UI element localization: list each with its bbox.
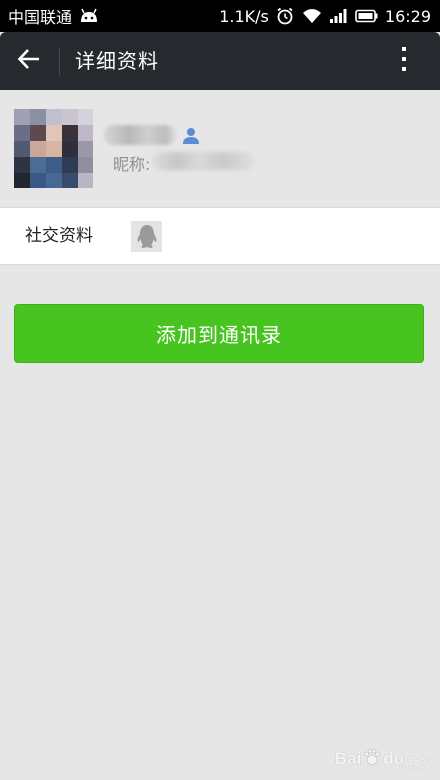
name-redacted — [104, 125, 176, 145]
android-icon — [78, 8, 100, 24]
nickname-redacted — [152, 152, 254, 170]
watermark-url: jingyan.baidu.com — [361, 763, 426, 772]
page-title: 详细资料 — [75, 49, 159, 73]
signal-icon — [329, 8, 349, 24]
profile-header: 昵称: — [0, 90, 440, 207]
more-vertical-icon — [400, 46, 408, 76]
wifi-icon — [301, 7, 323, 25]
nickname-label: 昵称: — [113, 155, 151, 174]
battery-icon — [355, 9, 379, 23]
alarm-icon — [275, 6, 295, 26]
watermark-text: Bai — [334, 749, 362, 768]
baidu-watermark: Bai du 经验 jingyan.baidu.com — [334, 748, 432, 772]
more-button[interactable] — [384, 41, 424, 81]
social-info-row[interactable]: 社交资料 — [0, 207, 440, 265]
title-divider — [59, 48, 60, 76]
network-speed: 1.1K/s — [219, 6, 269, 26]
title-bar: 详细资料 — [0, 32, 440, 90]
status-left: 中国联通 — [8, 0, 100, 32]
avatar[interactable] — [14, 109, 93, 188]
qq-penguin-icon — [131, 221, 162, 252]
social-info-label: 社交资料 — [25, 226, 93, 246]
contact-person-icon — [181, 127, 201, 149]
clock: 16:29 — [384, 6, 431, 26]
status-right: 1.1K/s 16:29 — [219, 0, 431, 32]
back-button[interactable] — [6, 38, 52, 84]
add-to-contacts-button[interactable]: 添加到通讯录 — [14, 304, 424, 363]
screen: 中国联通 1.1K/s 16:29 详细资料 昵称: 社交资料 添加到通讯录 B… — [0, 0, 440, 780]
carrier-name: 中国联通 — [8, 8, 73, 27]
status-bar: 中国联通 1.1K/s 16:29 — [0, 0, 440, 32]
arrow-left-icon — [17, 48, 41, 74]
